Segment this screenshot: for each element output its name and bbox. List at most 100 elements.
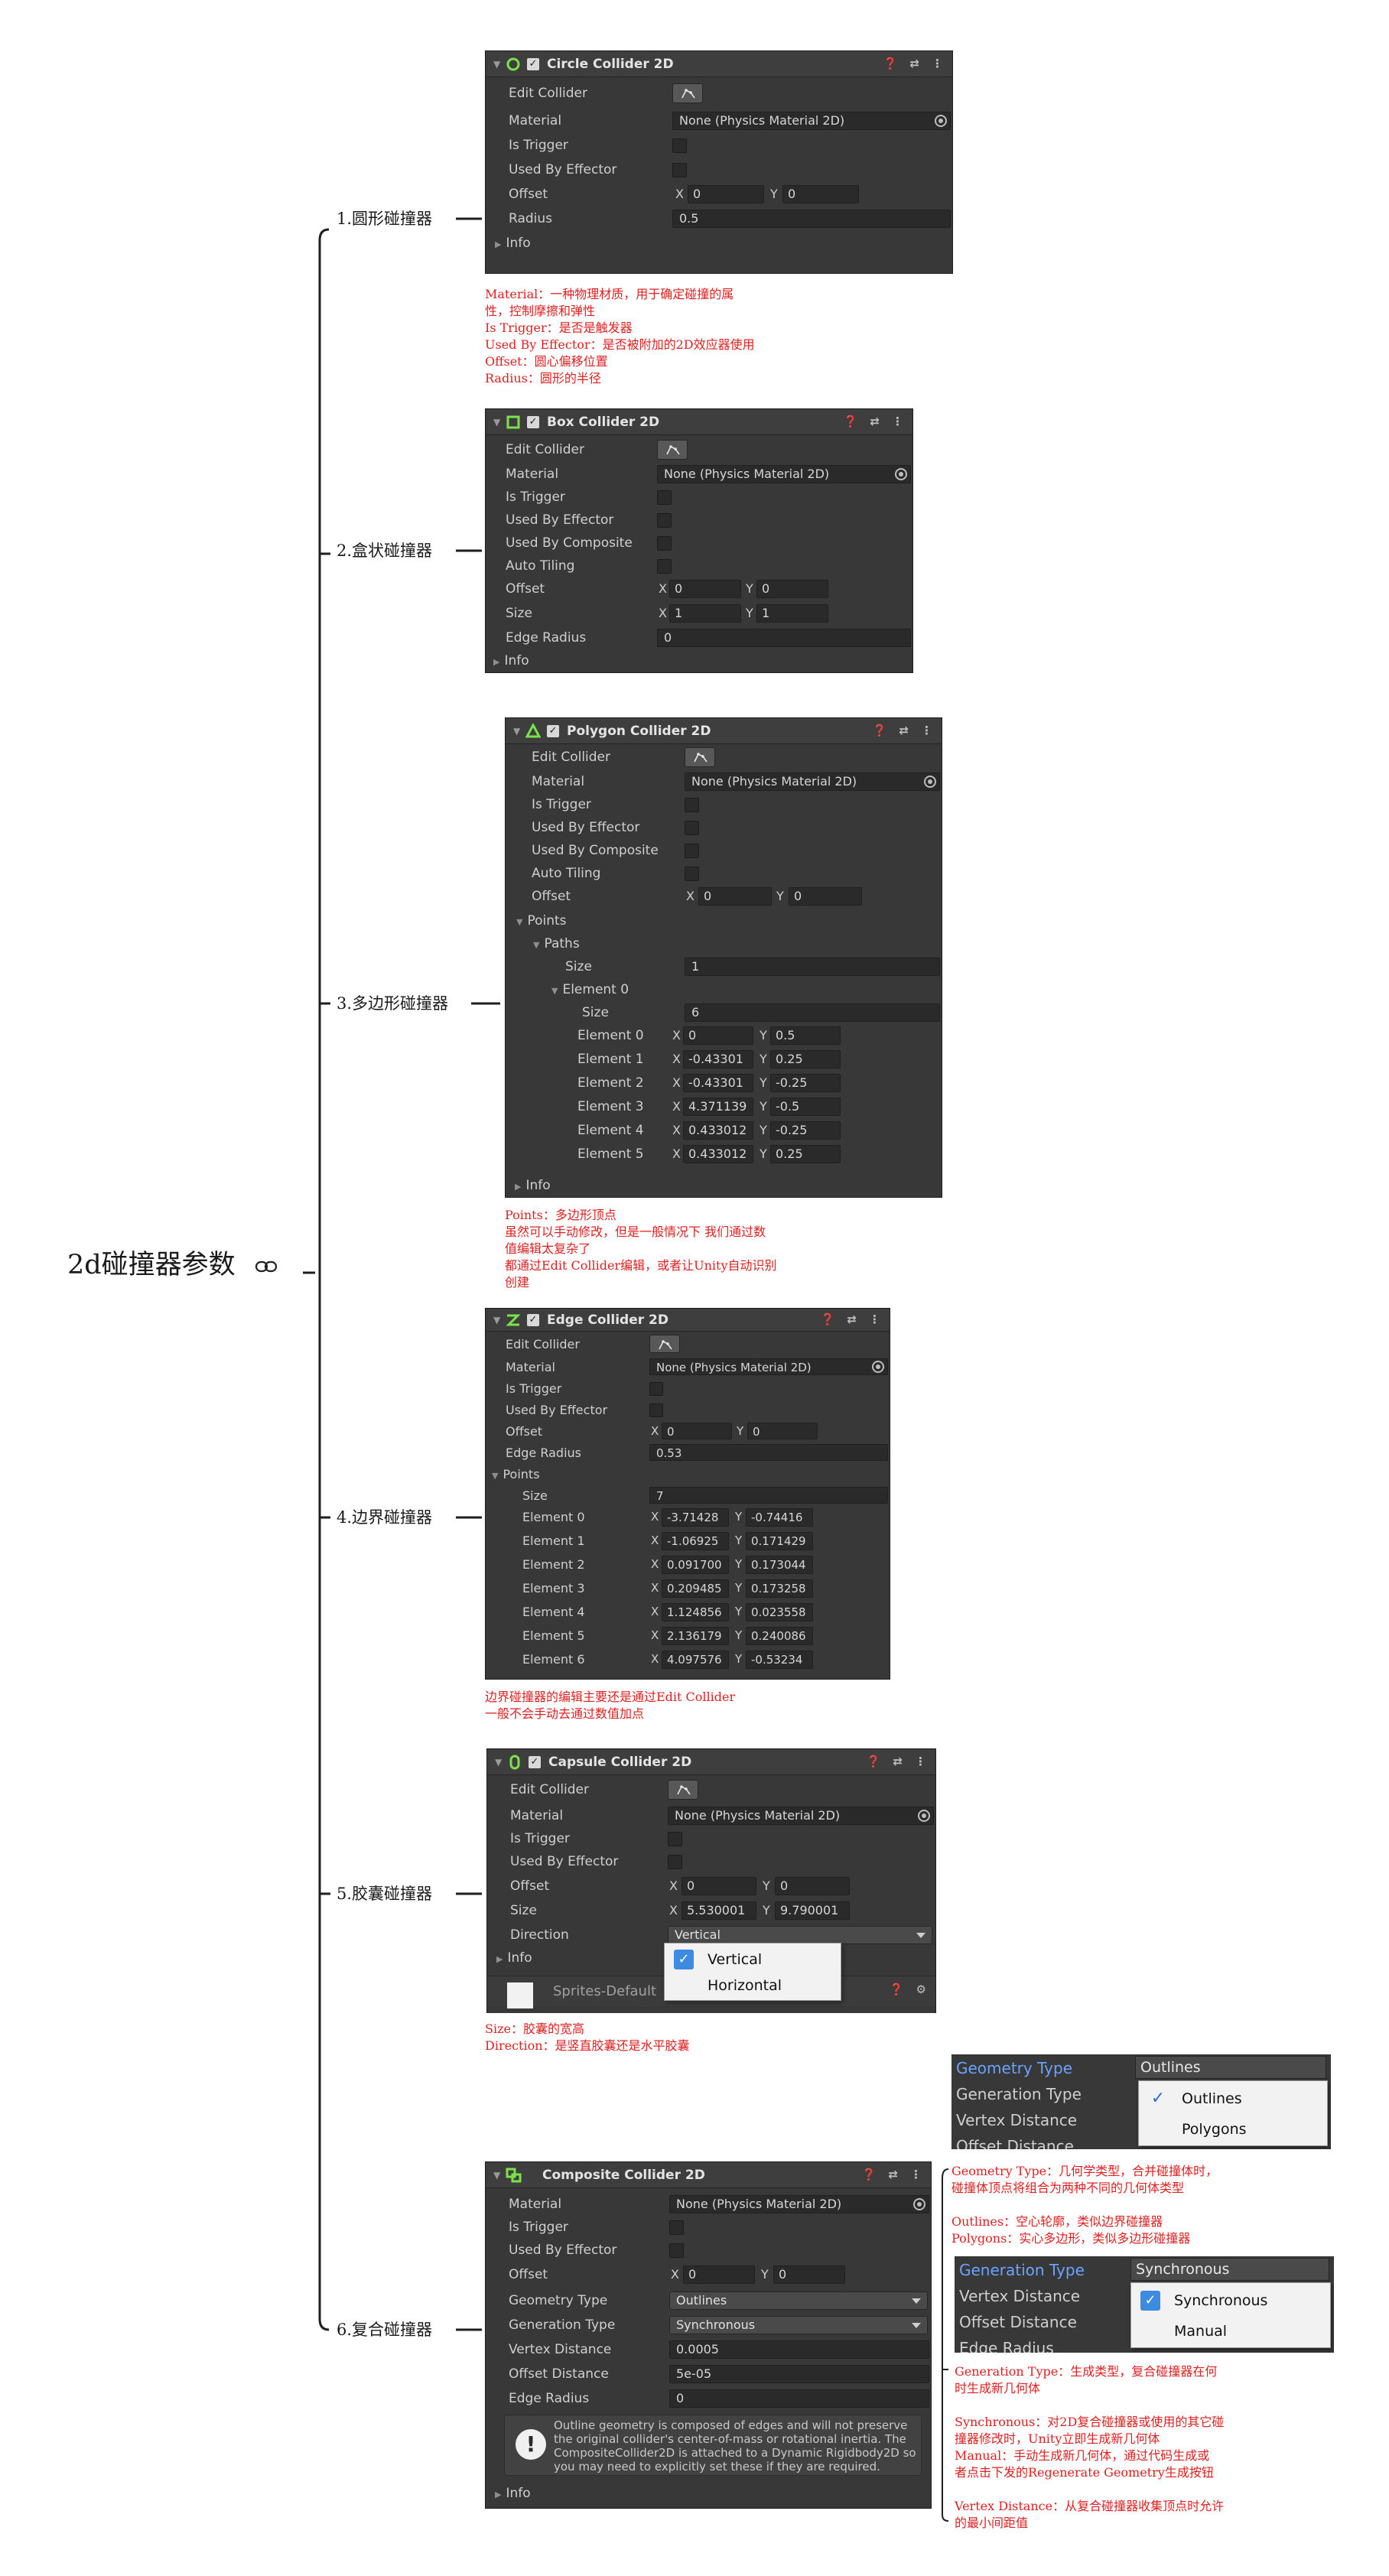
auto-tiling-checkbox[interactable] [657,559,672,574]
offset-distance-field[interactable]: 5e-05 [669,2365,929,2383]
expand-arrow-icon[interactable]: ▶ [496,1954,503,1964]
offset-x-field[interactable]: 0 [683,2265,755,2284]
used-by-effector-checkbox[interactable] [669,2243,684,2258]
point-x-field[interactable]: 0.209485 [662,1579,729,1598]
used-by-effector-checkbox[interactable] [657,513,672,528]
point-y-field[interactable]: -0.74416 [746,1508,813,1527]
component-header[interactable]: ▼ ✓ Edge Collider 2D ❓ ⇄ ⋮ [486,1309,890,1332]
auto-tiling-checkbox[interactable] [685,867,699,881]
enable-checkbox[interactable]: ✓ [527,57,539,70]
row-info[interactable]: ▶ Info [486,649,912,672]
point-y-field[interactable]: -0.53234 [746,1651,813,1669]
gear-icon[interactable]: ⚙ [916,1982,926,1996]
offset-x-field[interactable]: 0 [698,887,772,906]
point-x-field[interactable]: 0.091700 [662,1556,729,1574]
enable-checkbox[interactable]: ✓ [527,415,539,428]
edge-radius-field[interactable]: 0 [669,2389,929,2408]
point-y-field[interactable]: 0.173044 [746,1556,813,1574]
offset-x-field[interactable]: 0 [688,185,764,203]
help-icon[interactable]: ❓ [883,57,898,70]
presets-icon[interactable]: ⇄ [909,57,919,70]
point-x-field[interactable]: 0.433012 [683,1145,753,1163]
enable-checkbox[interactable]: ✓ [529,1755,541,1768]
fold-arrow-icon[interactable]: ▼ [493,1315,506,1325]
material-field[interactable]: None (Physics Material 2D) [685,772,940,791]
component-header[interactable]: ▼ ✓ Capsule Collider 2D ❓ ⇄ ⋮ [487,1749,935,1775]
edit-collider-button[interactable] [649,1335,680,1353]
edit-collider-button[interactable] [657,440,688,460]
material-field[interactable]: None (Physics Material 2D) [649,1358,888,1375]
point-y-field[interactable]: -0.25 [770,1121,841,1140]
fold-arrow-icon[interactable]: ▼ [493,417,506,428]
option-synchronous[interactable]: ✓ Synchronous [1131,2288,1330,2314]
point-x-field[interactable]: -1.06925 [662,1532,729,1550]
object-picker-icon[interactable] [935,115,947,127]
point-y-field[interactable]: 0.023558 [746,1603,813,1621]
offset-y-field[interactable]: 0 [773,2265,845,2284]
option-vertical[interactable]: ✓ Vertical [665,1947,841,1973]
more-menu-icon[interactable]: ⋮ [921,724,932,737]
generation-type-value[interactable]: Synchronous [1130,2258,1329,2281]
component-header[interactable]: ▼ Composite Collider 2D ❓ ⇄ ⋮ [486,2162,931,2188]
presets-icon[interactable]: ⇄ [893,1755,903,1768]
geometry-type-value[interactable]: Outlines [1135,2056,1326,2079]
point-x-field[interactable]: 0.433012 [683,1121,753,1140]
fold-arrow-icon[interactable]: ▼ [513,726,525,737]
component-header[interactable]: ▼ ✓ Circle Collider 2D ❓ ⇄ ⋮ [486,51,952,77]
point-x-field[interactable]: 4.097576 [662,1651,729,1669]
is-trigger-checkbox[interactable] [685,798,699,812]
expand-arrow-icon[interactable]: ▶ [495,2490,501,2500]
presets-icon[interactable]: ⇄ [888,2168,898,2181]
component-header[interactable]: ▼ ✓ Box Collider 2D ❓ ⇄ ⋮ [486,409,912,435]
collapse-arrow-icon[interactable]: ▼ [516,917,522,927]
object-picker-icon[interactable] [872,1361,884,1373]
object-picker-icon[interactable] [924,776,936,788]
collapse-arrow-icon[interactable]: ▼ [551,986,558,996]
row-info[interactable]: ▶ Info [486,2482,931,2505]
row-element-0-group[interactable]: ▼ Element 0 [506,978,942,1001]
more-menu-icon[interactable]: ⋮ [915,1755,926,1768]
expand-arrow-icon[interactable]: ▶ [495,239,501,249]
used-by-effector-checkbox[interactable] [649,1403,663,1417]
point-y-field[interactable]: 0.173258 [746,1579,813,1598]
size-x-field[interactable]: 1 [669,604,741,623]
fold-arrow-icon[interactable]: ▼ [495,1757,507,1768]
enable-checkbox[interactable]: ✓ [527,1313,539,1326]
edge-radius-field[interactable]: 0.53 [649,1444,888,1461]
component-header[interactable]: ▼ ✓ Polygon Collider 2D ❓ ⇄ ⋮ [506,718,942,744]
option-horizontal[interactable]: Horizontal [665,1973,841,1999]
offset-x-field[interactable]: 0 [669,580,741,598]
material-field[interactable]: None (Physics Material 2D) [672,112,951,130]
point-x-field[interactable]: -0.43301 [683,1074,753,1092]
points-size-field[interactable]: 7 [649,1487,888,1504]
help-icon[interactable]: ❓ [844,415,858,428]
more-menu-icon[interactable]: ⋮ [869,1312,880,1326]
is-trigger-checkbox[interactable] [669,2220,684,2235]
paths-size-field[interactable]: 1 [685,958,940,976]
point-y-field[interactable]: -0.25 [770,1074,841,1092]
offset-x-field[interactable]: 0 [681,1877,756,1895]
point-y-field[interactable]: 0.25 [770,1050,841,1068]
point-x-field[interactable]: -3.71428 [662,1508,729,1527]
used-by-effector-checkbox[interactable] [668,1855,682,1869]
object-picker-icon[interactable] [913,2198,925,2210]
used-by-composite-checkbox[interactable] [685,844,699,858]
point-y-field[interactable]: 0.240086 [746,1627,813,1645]
material-field[interactable]: None (Physics Material 2D) [668,1807,934,1825]
help-icon[interactable]: ❓ [867,1755,881,1768]
presets-icon[interactable]: ⇄ [870,415,880,428]
used-by-composite-checkbox[interactable] [657,536,672,551]
size-y-field[interactable]: 9.790001 [775,1901,850,1920]
help-icon[interactable]: ❓ [873,724,887,737]
help-icon[interactable]: ❓ [821,1312,835,1326]
edit-collider-button[interactable] [668,1780,698,1800]
option-polygons[interactable]: Polygons [1139,2116,1327,2142]
collapse-arrow-icon[interactable]: ▼ [533,940,539,950]
expand-arrow-icon[interactable]: ▶ [515,1182,521,1192]
point-x-field[interactable]: 4.371139 [683,1098,753,1116]
edit-collider-button[interactable] [685,747,715,767]
expand-arrow-icon[interactable]: ▶ [493,657,499,667]
row-points[interactable]: ▼ Points [506,909,942,932]
vertex-distance-field[interactable]: 0.0005 [669,2340,929,2359]
row-info[interactable]: ▶ Info [506,1174,942,1197]
